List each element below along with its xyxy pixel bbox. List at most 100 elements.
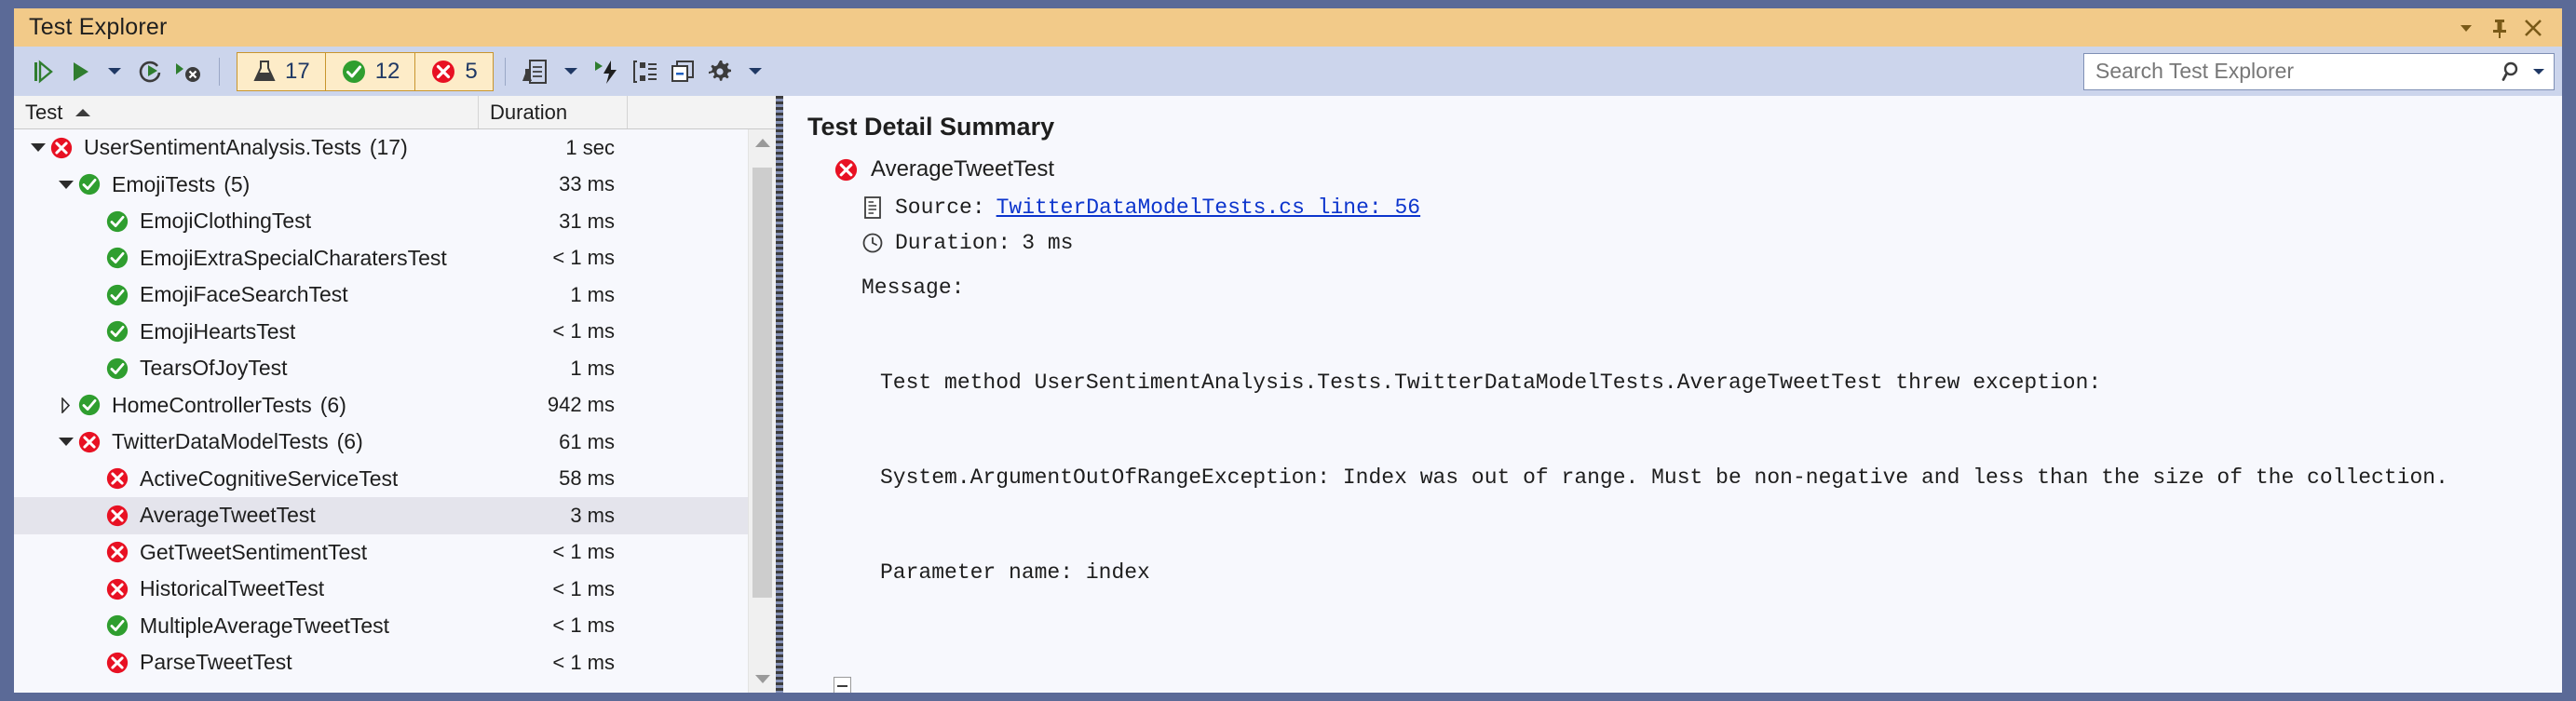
column-header-duration[interactable]: Duration: [479, 96, 628, 128]
detail-title: Test Detail Summary: [807, 113, 1055, 141]
test-name-label: ParseTweetTest: [140, 650, 292, 675]
failed-icon: [106, 652, 129, 673]
playlist-button[interactable]: [517, 53, 554, 90]
run-after-build-button[interactable]: [588, 53, 627, 90]
scrollbar-thumb[interactable]: [752, 168, 772, 598]
test-tree[interactable]: UserSentimentAnalysis.Tests (17) 1 sec Emoj…: [14, 129, 776, 693]
run-dropdown-button[interactable]: [98, 53, 131, 90]
test-name-label: EmojiFaceSearchTest: [140, 282, 348, 307]
passed-icon: [106, 321, 129, 343]
test-name-label: MultipleAverageTweetTest: [140, 613, 390, 638]
test-duration-cell: 3 ms: [570, 503, 615, 527]
test-duration-cell: < 1 ms: [552, 613, 615, 638]
passed-icon: [106, 210, 129, 232]
counter-passed[interactable]: 12: [324, 51, 415, 91]
scroll-down-arrow-icon[interactable]: [749, 666, 776, 693]
expanded-twisty-icon[interactable]: [58, 180, 74, 189]
table-row[interactable]: TwitterDataModelTests (6) 61 ms: [14, 424, 776, 461]
run-button[interactable]: [64, 53, 98, 90]
collapsed-twisty-icon[interactable]: [61, 397, 71, 413]
twisty[interactable]: [55, 397, 75, 413]
playlist-dropdown-button[interactable]: [554, 53, 588, 90]
twisty[interactable]: [55, 180, 75, 189]
counter-total[interactable]: 17: [237, 51, 325, 91]
detail-test-name-row: AverageTweetTest: [834, 156, 2562, 182]
close-icon[interactable]: [2517, 12, 2549, 44]
collapse-all-button[interactable]: [664, 53, 701, 90]
clock-icon: [862, 233, 883, 253]
chevron-down-icon: [748, 68, 762, 74]
column-header-test[interactable]: Test: [14, 96, 479, 128]
detail-message-label: Message:: [861, 276, 965, 300]
counter-failed[interactable]: 5: [414, 51, 494, 91]
test-status-icon: [103, 577, 131, 601]
search-dropdown-icon[interactable]: [2533, 68, 2544, 74]
table-row[interactable]: EmojiHeartsTest < 1 ms: [14, 314, 776, 351]
table-row[interactable]: AverageTweetTest 3 ms: [14, 497, 776, 534]
counter-total-value: 17: [285, 58, 310, 84]
test-duration-cell: 33 ms: [559, 172, 615, 196]
test-status-icon: [75, 430, 103, 454]
search-box[interactable]: [2083, 52, 2555, 90]
test-name-label: GetTweetSentimentTest: [140, 539, 368, 564]
run-failed-tests-button[interactable]: [169, 53, 208, 90]
column-header-blank: [628, 96, 776, 128]
passed-icon: [342, 60, 365, 83]
table-row[interactable]: HomeControllerTests (6) 942 ms: [14, 387, 776, 425]
table-row[interactable]: MultipleAverageTweetTest < 1 ms: [14, 608, 776, 645]
settings-dropdown-button[interactable]: [739, 53, 772, 90]
detail-duration-value: 3 ms: [1022, 231, 1074, 255]
expanded-twisty-icon[interactable]: [30, 143, 46, 153]
table-row[interactable]: UserSentimentAnalysis.Tests (17) 1 sec: [14, 129, 776, 167]
test-status-icon: [103, 504, 131, 528]
test-duration-cell: 1 ms: [570, 356, 615, 380]
chevron-down-icon: [108, 68, 121, 74]
table-row[interactable]: ActiveCognitiveServiceTest 58 ms: [14, 461, 776, 498]
toolbar-separator: [219, 57, 220, 86]
test-status-icon: [47, 136, 75, 160]
test-name-cell: TearsOfJoyTest: [14, 356, 479, 381]
passed-icon: [106, 357, 129, 379]
detail-source-link[interactable]: TwitterDataModelTests.cs line: 56: [997, 195, 1420, 220]
test-name-cell: ParseTweetTest: [14, 650, 479, 675]
test-name-label: EmojiTests: [112, 171, 216, 196]
settings-button[interactable]: [701, 53, 739, 90]
test-duration-cell: < 1 ms: [552, 319, 615, 344]
test-duration-cell: 61 ms: [559, 429, 615, 453]
detail-source-label: Source:: [895, 195, 985, 220]
scroll-up-arrow-icon[interactable]: [749, 129, 776, 156]
scrollbar-track[interactable]: [749, 156, 776, 666]
twisty[interactable]: [27, 143, 47, 153]
group-by-button[interactable]: [627, 53, 664, 90]
passed-icon: [106, 615, 129, 637]
table-row[interactable]: EmojiTests (5) 33 ms: [14, 167, 776, 204]
table-row[interactable]: HistoricalTweetTest < 1 ms: [14, 571, 776, 608]
table-row[interactable]: GetTweetSentimentTest < 1 ms: [14, 534, 776, 572]
column-headers: Test Duration: [14, 96, 776, 129]
detail-source-row: Source: TwitterDataModelTests.cs line: 5…: [861, 195, 2562, 220]
repeat-last-run-button[interactable]: [131, 53, 169, 90]
test-name-cell: GetTweetSentimentTest: [14, 540, 479, 565]
twisty[interactable]: [55, 438, 75, 447]
table-row[interactable]: EmojiFaceSearchTest 1 ms: [14, 276, 776, 314]
test-duration-cell: 942 ms: [547, 393, 615, 417]
pane-splitter[interactable]: [776, 96, 783, 693]
tree-vertical-scrollbar[interactable]: [748, 129, 776, 693]
source-file-icon: [864, 196, 881, 219]
table-row[interactable]: EmojiExtraSpecialCharatersTest < 1 ms: [14, 240, 776, 277]
run-all-button[interactable]: [27, 53, 64, 90]
search-input[interactable]: [2095, 59, 2498, 84]
table-row[interactable]: EmojiClothingTest 31 ms: [14, 203, 776, 240]
pin-icon[interactable]: [2484, 12, 2515, 44]
test-status-icon: [103, 613, 131, 638]
flask-icon: [253, 60, 276, 81]
test-status-icon: [103, 540, 131, 564]
test-status-icon: [75, 393, 103, 417]
table-row[interactable]: ParseTweetTest < 1 ms: [14, 644, 776, 681]
chevron-down-icon[interactable]: [2450, 12, 2482, 44]
expanded-twisty-icon[interactable]: [58, 438, 74, 447]
search-icon[interactable]: [2498, 61, 2528, 83]
test-counters: 17 12 5: [237, 51, 494, 91]
collapse-stack-trace-icon[interactable]: [834, 677, 851, 693]
table-row[interactable]: TearsOfJoyTest 1 ms: [14, 350, 776, 387]
